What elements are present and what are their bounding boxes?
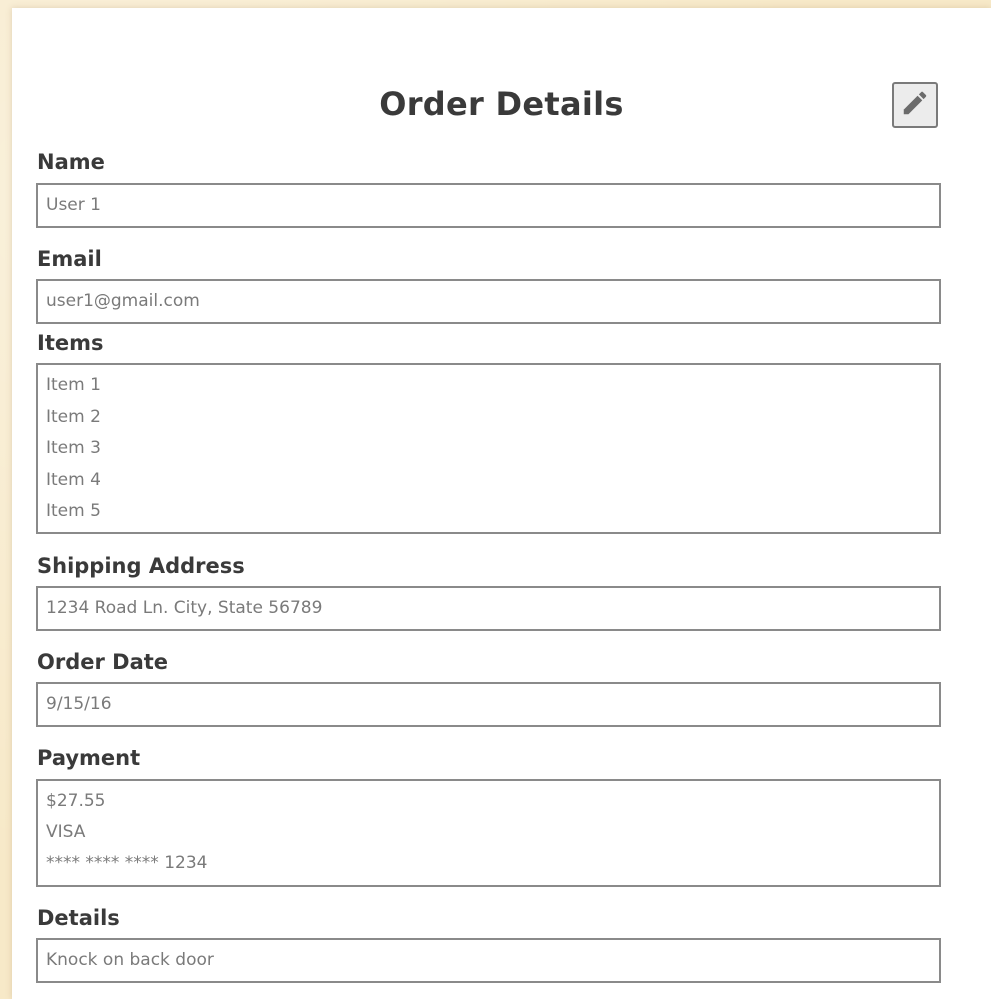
shipping-address-label: Shipping Address xyxy=(37,554,245,578)
payment-amount: $27.55 xyxy=(46,791,106,811)
details-label: Details xyxy=(37,906,120,930)
payment-field[interactable]: $27.55 VISA **** **** **** 1234 xyxy=(36,779,941,887)
order-details-card: Order Details Name User 1 Email user1@gm… xyxy=(12,8,991,999)
email-field[interactable]: user1@gmail.com xyxy=(36,279,941,324)
pencil-icon xyxy=(900,88,930,122)
items-label: Items xyxy=(37,331,104,355)
shipping-address-field[interactable]: 1234 Road Ln. City, State 56789 xyxy=(36,586,941,631)
name-field[interactable]: User 1 xyxy=(36,183,941,228)
payment-label: Payment xyxy=(37,746,141,770)
list-item: Item 1 xyxy=(46,375,101,395)
page-title: Order Details xyxy=(379,85,624,123)
list-item: Item 3 xyxy=(46,438,101,458)
order-date-label: Order Date xyxy=(37,650,169,674)
name-label: Name xyxy=(37,150,105,174)
email-label: Email xyxy=(37,247,102,271)
details-field[interactable]: Knock on back door xyxy=(36,938,941,983)
list-item: Item 5 xyxy=(46,501,101,521)
items-field[interactable]: Item 1 Item 2 Item 3 Item 4 Item 5 xyxy=(36,363,941,534)
list-item: Item 4 xyxy=(46,469,101,490)
order-date-field[interactable]: 9/15/16 xyxy=(36,682,941,727)
list-item: Item 2 xyxy=(46,406,101,427)
edit-button[interactable] xyxy=(892,82,938,128)
payment-card-number: **** **** **** 1234 xyxy=(46,853,208,873)
payment-card-type: VISA xyxy=(46,822,86,842)
